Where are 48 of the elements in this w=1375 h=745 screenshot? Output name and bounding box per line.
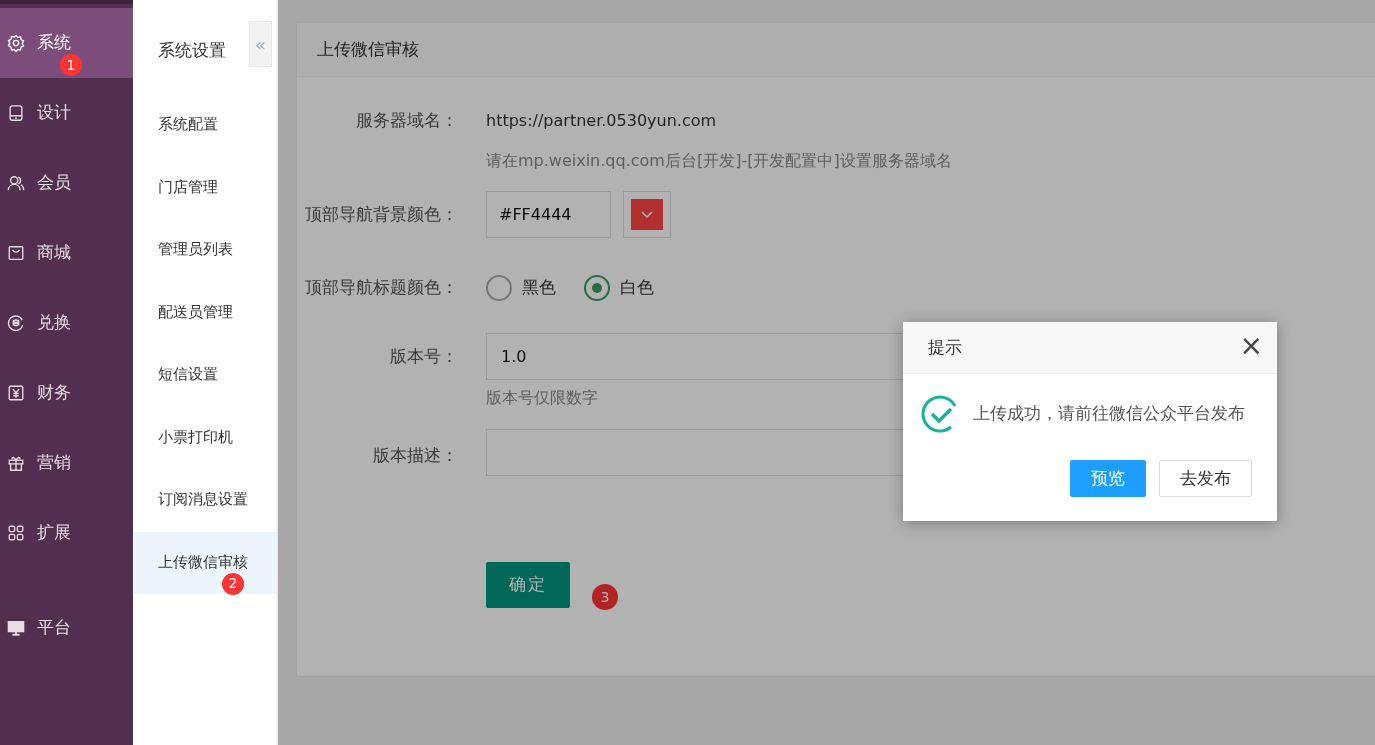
number-badge: 2 <box>222 572 244 595</box>
yen-icon <box>7 384 25 402</box>
sidebar-item[interactable]: 财务 <box>0 358 133 428</box>
sub-sidebar-item[interactable]: 配送员管理 <box>133 281 277 344</box>
users-icon <box>7 174 25 192</box>
sidebar-item[interactable]: 设计 <box>0 78 133 148</box>
sub-sidebar-title: 系统设置 <box>158 39 226 63</box>
monitor-icon <box>7 619 25 637</box>
tablet-icon <box>7 104 25 122</box>
number-badge: 1 <box>60 54 82 76</box>
field-label: 服务器域名： <box>355 109 459 133</box>
sub-sidebar-item[interactable]: 短信设置 <box>133 344 277 407</box>
sidebar-item[interactable]: 系统 1 <box>0 8 133 78</box>
color-input-field[interactable]: #FF4444 <box>486 191 611 238</box>
field-label: 版本描述： <box>372 443 459 467</box>
sidebar-item[interactable]: 会员 <box>0 148 133 218</box>
sidebar-item[interactable]: 兑换 <box>0 288 133 358</box>
dialog-message: 上传成功，请前往微信公众平台发布 <box>973 402 1245 426</box>
domain-value: https://partner.0530yun.com <box>486 110 717 132</box>
sidebar-item[interactable]: 商城 <box>0 218 133 288</box>
sidebar-item[interactable]: 平台 <box>0 593 133 663</box>
sub-sidebar-item[interactable]: 管理员列表 <box>133 219 277 282</box>
coin-icon <box>7 314 25 332</box>
radio-option[interactable]: 黑色 <box>486 274 556 301</box>
help-text: 版本号仅限数字 <box>486 387 598 409</box>
help-text: 请在mp.weixin.qq.com后台[开发]-[开发配置中]设置服务器域名 <box>486 150 952 172</box>
field-label: 版本号： <box>389 344 459 368</box>
publish-button[interactable]: 去发布 <box>1159 460 1252 497</box>
dialog-title: 提示 <box>928 335 962 359</box>
field-label: 顶部导航标题颜色： <box>304 275 459 299</box>
card-title: 上传微信审核 <box>297 23 1375 77</box>
close-button[interactable]: × <box>1239 331 1277 364</box>
sidebar-item[interactable]: 营销 <box>0 428 133 498</box>
sub-sidebar-item[interactable]: 上传微信审核 2 <box>133 531 277 594</box>
sub-sidebar-item[interactable]: 订阅消息设置 <box>133 469 277 532</box>
number-badge: 3 <box>592 584 618 610</box>
chevron-down-icon <box>640 209 654 220</box>
sub-sidebar-item[interactable]: 小票打印机 <box>133 406 277 469</box>
bag-icon <box>7 244 25 262</box>
sub-sidebar-item[interactable]: 门店管理 <box>133 156 277 219</box>
radio-option[interactable]: 白色 <box>584 274 654 301</box>
gift-icon <box>7 454 25 472</box>
grid-icon <box>7 524 25 542</box>
sidebar-item[interactable]: 扩展 <box>0 498 133 568</box>
sub-sidebar-item[interactable]: 系统配置 <box>133 94 277 157</box>
field-label: 顶部导航背景颜色： <box>304 202 459 226</box>
color-picker-button[interactable] <box>623 191 671 238</box>
gear-icon <box>7 34 25 52</box>
